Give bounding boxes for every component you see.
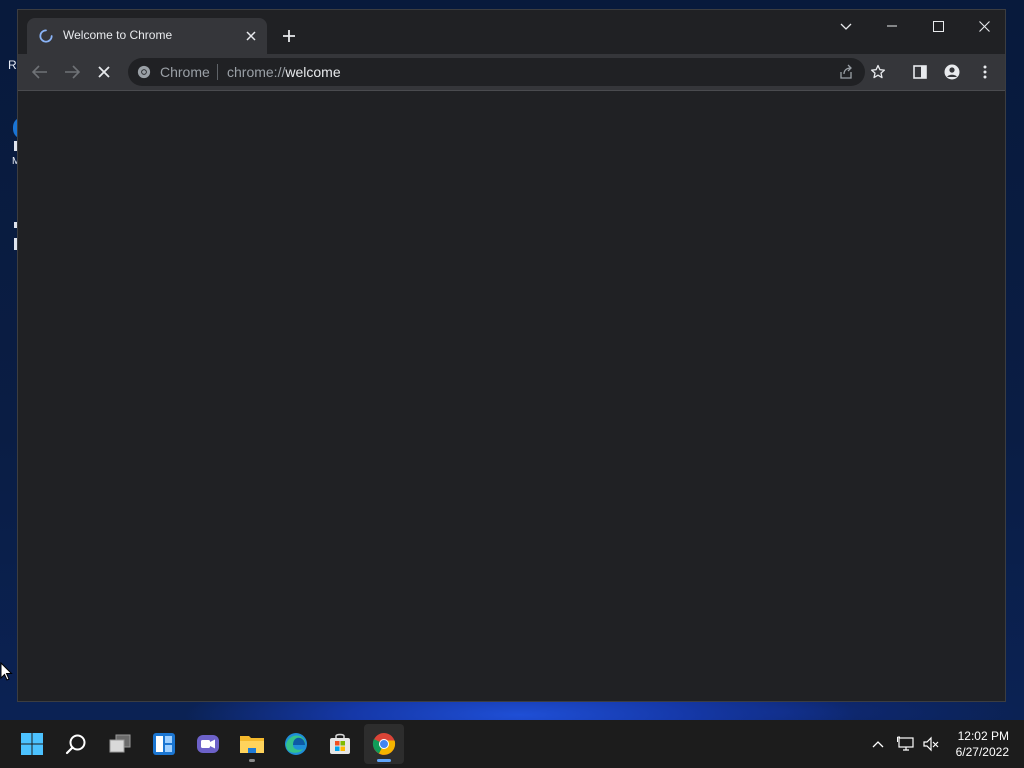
profile-icon <box>944 64 960 80</box>
url-text[interactable]: chrome://welcome <box>227 64 341 80</box>
page-content <box>18 91 1005 701</box>
share-button[interactable] <box>837 63 855 81</box>
windows-logo-icon <box>21 733 43 755</box>
share-icon <box>840 64 852 79</box>
toolbar: Chrome chrome://welcome <box>18 54 1005 91</box>
minimize-icon <box>887 25 897 27</box>
profile-button[interactable] <box>939 59 965 85</box>
side-panel-button[interactable] <box>907 59 933 85</box>
clock-time: 12:02 PM <box>957 729 1009 743</box>
widgets-button[interactable] <box>144 724 184 764</box>
url-host: welcome <box>285 64 341 80</box>
taskbar: 12:02 PM 6/27/2022 <box>0 720 1024 768</box>
file-explorer-button[interactable] <box>232 724 272 764</box>
start-button[interactable] <box>12 724 52 764</box>
store-icon <box>330 733 350 754</box>
close-window-button[interactable] <box>961 10 1007 42</box>
chevron-down-icon <box>840 23 852 30</box>
show-hidden-icons-button[interactable] <box>868 734 888 754</box>
store-button[interactable] <box>320 724 360 764</box>
chrome-window: Welcome to Chrome Chrome chrome://welcom… <box>17 9 1006 702</box>
maximize-icon <box>932 20 944 32</box>
loading-spinner-icon <box>39 29 53 43</box>
folder-icon <box>240 736 264 753</box>
active-indicator <box>377 759 391 762</box>
forward-button[interactable] <box>59 59 85 85</box>
tab-title: Welcome to Chrome <box>63 28 173 42</box>
search-icon <box>65 734 86 755</box>
url-scheme: chrome:// <box>227 64 286 80</box>
task-view-button[interactable] <box>100 724 140 764</box>
volume-muted-icon <box>923 736 939 752</box>
stop-loading-button[interactable] <box>91 59 117 85</box>
chat-icon <box>197 735 219 753</box>
close-icon <box>246 31 256 41</box>
tab-welcome[interactable]: Welcome to Chrome <box>27 18 267 54</box>
chat-button[interactable] <box>188 724 228 764</box>
close-icon <box>978 20 990 32</box>
chrome-site-icon <box>137 65 151 79</box>
network-tray-button[interactable] <box>896 734 916 754</box>
arrow-left-icon <box>32 65 47 79</box>
tab-strip: Welcome to Chrome <box>18 10 1005 54</box>
volume-tray-button[interactable] <box>921 734 941 754</box>
omnibox-divider <box>217 64 218 80</box>
chrome-taskbar-button[interactable] <box>364 724 404 764</box>
minimize-button[interactable] <box>869 10 915 42</box>
new-tab-button[interactable] <box>278 25 300 47</box>
close-icon <box>98 66 110 78</box>
plus-icon <box>283 30 295 42</box>
menu-button[interactable] <box>972 59 998 85</box>
running-indicator <box>249 759 255 762</box>
close-tab-button[interactable] <box>243 28 259 44</box>
taskbar-clock[interactable]: 12:02 PM 6/27/2022 <box>956 728 1009 760</box>
widgets-icon <box>153 733 175 755</box>
star-icon <box>870 64 886 79</box>
kebab-menu-icon <box>983 65 987 79</box>
tab-search-button[interactable] <box>836 17 856 37</box>
search-button[interactable] <box>56 724 96 764</box>
clock-date: 6/27/2022 <box>955 745 1009 759</box>
address-bar[interactable]: Chrome chrome://welcome <box>128 58 886 86</box>
site-chip-label: Chrome <box>160 64 210 80</box>
network-icon <box>897 736 914 751</box>
arrow-right-icon <box>65 65 80 79</box>
edge-icon <box>285 733 307 755</box>
bookmark-button[interactable] <box>869 63 887 81</box>
task-view-icon <box>109 734 131 753</box>
edge-button[interactable] <box>276 724 316 764</box>
chrome-icon <box>372 733 396 755</box>
side-panel-icon <box>913 65 927 79</box>
maximize-button[interactable] <box>915 10 961 42</box>
chevron-up-icon <box>872 741 884 748</box>
back-button[interactable] <box>27 59 53 85</box>
mouse-cursor-icon <box>0 662 13 681</box>
